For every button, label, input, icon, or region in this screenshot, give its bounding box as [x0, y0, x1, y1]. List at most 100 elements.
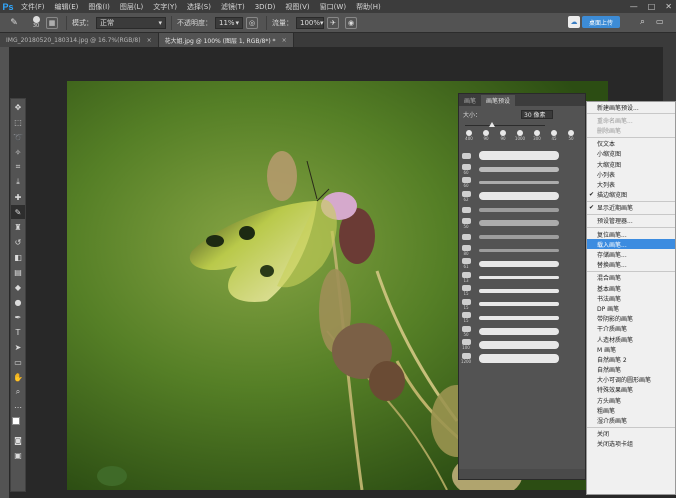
close-icon[interactable]: ×: [147, 37, 152, 44]
recent-brush[interactable]: 90: [496, 130, 510, 141]
airbrush-icon[interactable]: ✈: [327, 16, 339, 29]
menu-window[interactable]: 窗口(W): [315, 2, 351, 12]
search-icon[interactable]: ⌕: [640, 17, 645, 27]
maximize-button[interactable]: □: [648, 2, 656, 11]
more-tools-icon[interactable]: ⋯: [11, 400, 25, 414]
menu-item[interactable]: 新建画笔预设...: [587, 102, 675, 112]
list-item[interactable]: 60: [459, 176, 585, 190]
color-swatches[interactable]: [11, 414, 25, 432]
menu-item[interactable]: 粗画笔: [587, 405, 675, 415]
menu-layer[interactable]: 图层(L): [115, 2, 148, 12]
menu-item[interactable]: 关闭: [587, 429, 675, 439]
menu-type[interactable]: 文字(Y): [148, 2, 182, 12]
brush-panel-toggle-icon[interactable]: ▦: [46, 16, 58, 29]
zoom-tool-icon[interactable]: ⌕: [11, 385, 25, 399]
list-item[interactable]: 1200: [459, 352, 585, 366]
menu-item[interactable]: ✔ 描边缩览图: [587, 190, 675, 200]
foreground-color[interactable]: [12, 417, 20, 425]
menu-edit[interactable]: 编辑(E): [50, 2, 84, 12]
brush-tool-icon[interactable]: ✎: [11, 205, 25, 219]
menu-item[interactable]: M 画笔: [587, 344, 675, 354]
list-item[interactable]: 15: [459, 311, 585, 325]
path-select-icon[interactable]: ➤: [11, 340, 25, 354]
menu-item[interactable]: 大缩览图: [587, 159, 675, 169]
recent-brush[interactable]: 400: [462, 130, 476, 141]
quick-select-icon[interactable]: ✧: [11, 145, 25, 159]
recent-brush[interactable]: 50: [564, 130, 578, 141]
menu-item[interactable]: 自然画笔 2: [587, 354, 675, 364]
recent-brush[interactable]: 300: [530, 130, 544, 141]
pressure-opacity-icon[interactable]: ◎: [246, 16, 258, 29]
menu-item[interactable]: 湿介质画笔: [587, 415, 675, 425]
history-brush-icon[interactable]: ↺: [11, 235, 25, 249]
list-item[interactable]: [459, 203, 585, 217]
healing-brush-icon[interactable]: ✚: [11, 190, 25, 204]
menu-image[interactable]: 图像(I): [83, 2, 115, 12]
brush-tool-icon[interactable]: ✎: [3, 15, 25, 31]
menu-item[interactable]: 仅文本: [587, 139, 675, 149]
menu-help[interactable]: 帮助(H): [351, 2, 386, 12]
dodge-icon[interactable]: ●: [11, 295, 25, 309]
menu-3d[interactable]: 3D(D): [250, 3, 281, 11]
menu-select[interactable]: 选择(S): [182, 2, 216, 12]
tab-brush-presets[interactable]: 画笔预设: [481, 95, 516, 106]
type-tool-icon[interactable]: T: [11, 325, 25, 339]
menu-item[interactable]: 带阴影的画笔: [587, 314, 675, 324]
menu-item[interactable]: 关闭选项卡组: [587, 439, 675, 449]
cloud-icon[interactable]: ☁: [568, 16, 580, 28]
slider-knob[interactable]: [489, 122, 495, 127]
menu-item[interactable]: 替换画笔...: [587, 260, 675, 270]
eraser-icon[interactable]: ◧: [11, 250, 25, 264]
menu-item[interactable]: ✔ 显示近期画笔: [587, 203, 675, 213]
list-item[interactable]: 62: [459, 190, 585, 204]
marquee-tool-icon[interactable]: ⬚: [11, 115, 25, 129]
list-item[interactable]: 61: [459, 257, 585, 271]
list-item[interactable]: 13: [459, 271, 585, 285]
list-item[interactable]: 60: [459, 163, 585, 177]
menu-item[interactable]: 特殊效果画笔: [587, 385, 675, 395]
brush-size-slider[interactable]: [465, 122, 579, 128]
close-button[interactable]: ✕: [665, 2, 672, 11]
list-item[interactable]: 100: [459, 338, 585, 352]
menu-view[interactable]: 视图(V): [280, 2, 314, 12]
menu-item[interactable]: 复位画笔...: [587, 229, 675, 239]
recent-brush[interactable]: 45: [547, 130, 561, 141]
tab-brush[interactable]: 画笔: [459, 95, 481, 106]
close-icon[interactable]: ×: [282, 37, 287, 44]
menu-item[interactable]: 存储画笔...: [587, 249, 675, 259]
screen-mode-icon[interactable]: ▣: [11, 448, 25, 462]
brush-size-field[interactable]: 30 像素: [521, 109, 553, 119]
flow-input[interactable]: 100% ▾: [296, 16, 324, 29]
menu-filter[interactable]: 滤镜(T): [216, 2, 250, 12]
opacity-input[interactable]: 11% ▾: [215, 16, 243, 29]
blur-icon[interactable]: ◆: [11, 280, 25, 294]
recent-brush[interactable]: 1000: [513, 130, 527, 141]
eyedropper-icon[interactable]: ⤓: [11, 175, 25, 189]
workspace-icon[interactable]: ▭: [656, 17, 664, 26]
menu-item[interactable]: 小缩览图: [587, 149, 675, 159]
pressure-size-icon[interactable]: ◉: [345, 16, 357, 29]
tab-document-1[interactable]: IMG_20180520_180314.jpg @ 16.7%(RGB/8) ×: [0, 33, 159, 47]
recent-brush[interactable]: 90: [479, 130, 493, 141]
mode-select[interactable]: 正常 ▾: [96, 16, 166, 29]
list-item[interactable]: [459, 149, 585, 163]
list-item[interactable]: 15: [459, 298, 585, 312]
share-button[interactable]: 桌面上传: [582, 16, 620, 28]
clone-stamp-icon[interactable]: ♜: [11, 220, 25, 234]
list-item[interactable]: 15: [459, 284, 585, 298]
menu-item[interactable]: 大列表: [587, 179, 675, 189]
menu-item[interactable]: 干介质画笔: [587, 324, 675, 334]
pen-tool-icon[interactable]: ✒: [11, 310, 25, 324]
gradient-icon[interactable]: ▤: [11, 265, 25, 279]
menu-item[interactable]: 大小可调的圆形画笔: [587, 375, 675, 385]
shape-tool-icon[interactable]: ▭: [11, 355, 25, 369]
hand-tool-icon[interactable]: ✋: [11, 370, 25, 384]
menu-item[interactable]: 自然画笔: [587, 365, 675, 375]
list-item[interactable]: 80: [459, 244, 585, 258]
list-item[interactable]: 50: [459, 325, 585, 339]
crop-tool-icon[interactable]: ⌗: [11, 160, 25, 174]
menu-item[interactable]: 人造材质画笔: [587, 334, 675, 344]
menu-file[interactable]: 文件(F): [16, 2, 50, 12]
menu-item[interactable]: 方头画笔: [587, 395, 675, 405]
list-item[interactable]: [459, 230, 585, 244]
